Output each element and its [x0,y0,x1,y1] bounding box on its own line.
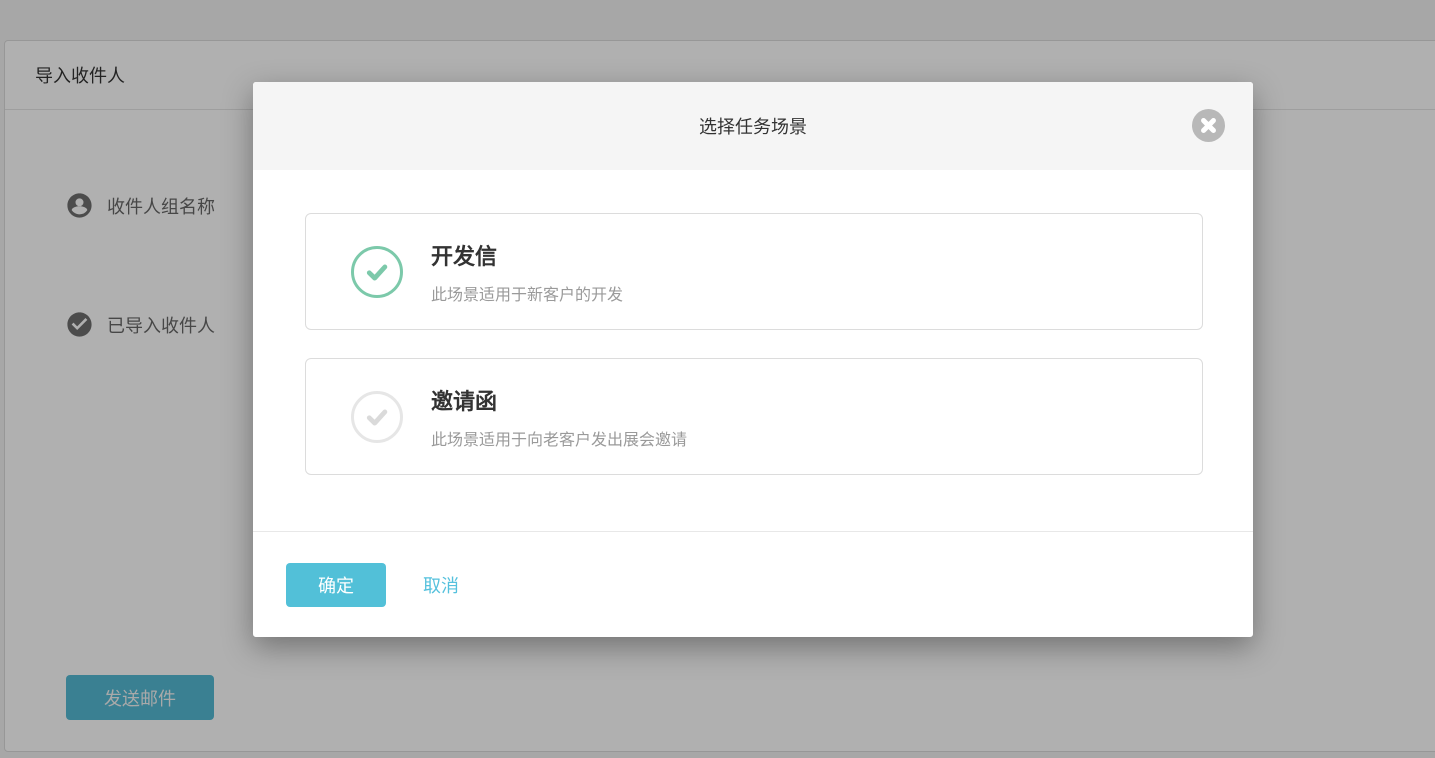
selected-check-icon [351,246,403,298]
option-description: 此场景适用于向老客户发出展会邀请 [431,426,687,450]
dialog-body: 开发信 此场景适用于新客户的开发 邀请函 此场景适用于向老客户发出展会邀请 [253,170,1253,475]
option-card-invitation-letter[interactable]: 邀请函 此场景适用于向老客户发出展会邀请 [305,358,1203,475]
option-card-development-letter[interactable]: 开发信 此场景适用于新客户的开发 [305,213,1203,330]
option-title: 开发信 [431,239,623,271]
option-description: 此场景适用于新客户的开发 [431,281,623,305]
option-title: 邀请函 [431,384,687,416]
confirm-button[interactable]: 确定 [286,563,386,607]
dialog-header: 选择任务场景 [253,82,1253,170]
select-task-scene-dialog: 选择任务场景 开发信 此场景适用于新客户的开发 邀请函 [253,82,1253,637]
close-icon[interactable] [1192,109,1225,142]
dialog-footer: 确定 取消 [253,531,1253,637]
cancel-link[interactable]: 取消 [423,572,459,598]
unselected-check-icon [351,391,403,443]
dialog-title: 选择任务场景 [699,113,807,139]
